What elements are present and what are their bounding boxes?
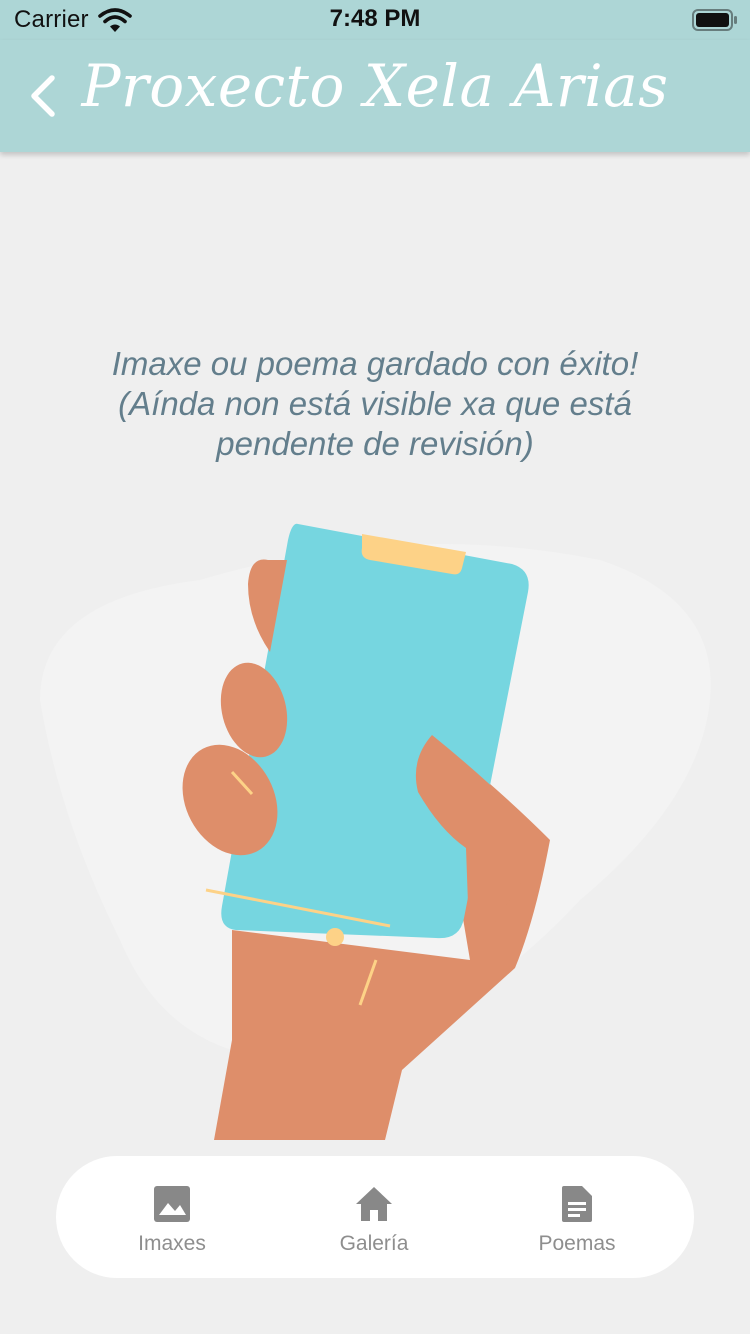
phone-home-dot xyxy=(326,928,344,946)
tab-poemas-label: Poemas xyxy=(538,1232,616,1255)
home-icon xyxy=(356,1187,392,1221)
document-icon xyxy=(562,1186,592,1222)
tab-galeria[interactable]: Galería xyxy=(294,1184,454,1256)
success-message-line-3: pendente de revisión) xyxy=(216,425,534,462)
tab-poemas[interactable]: Poemas xyxy=(497,1184,657,1256)
status-time: 7:48 PM xyxy=(329,5,421,32)
bottom-nav: Imaxes Galería Poemas xyxy=(56,1156,694,1278)
battery-icon xyxy=(692,9,737,31)
tab-imaxes[interactable]: Imaxes xyxy=(92,1184,252,1256)
success-message: Imaxe ou poema gardado con éxito! (Aínda… xyxy=(60,344,690,464)
success-message-line-1: Imaxe ou poema gardado con éxito! xyxy=(111,345,639,382)
tab-imaxes-label: Imaxes xyxy=(138,1232,206,1255)
app-title: Proxecto Xela Arias xyxy=(81,52,669,120)
image-icon xyxy=(154,1186,190,1222)
tab-galeria-label: Galería xyxy=(339,1232,409,1255)
app-header: Proxecto Xela Arias xyxy=(0,40,750,152)
status-bar: Carrier 7:48 PM xyxy=(0,0,750,40)
hand-holding-phone-illustration xyxy=(40,523,711,1140)
success-message-line-2: (Aínda non está visible xa que está xyxy=(118,385,632,422)
